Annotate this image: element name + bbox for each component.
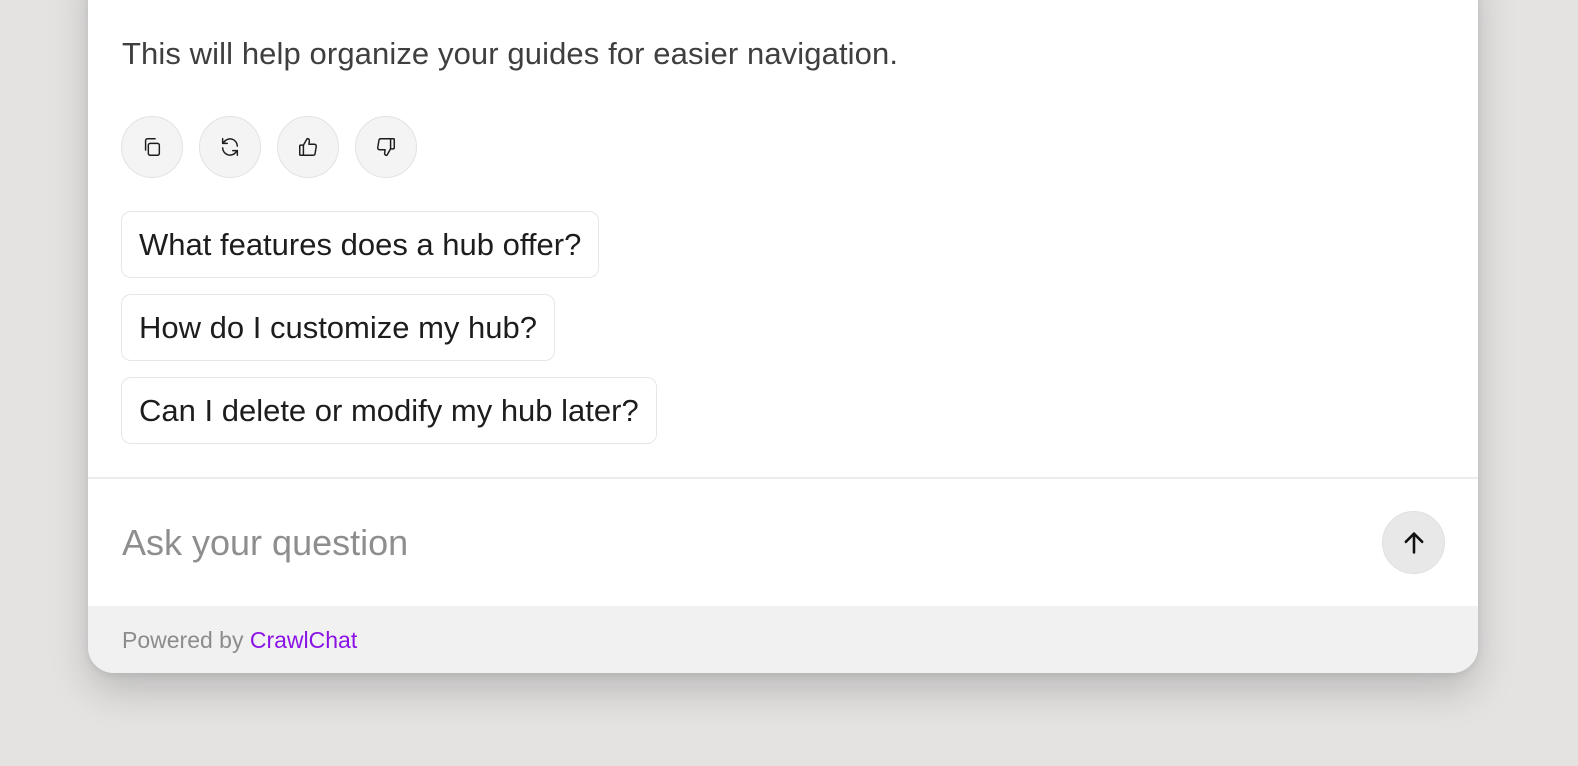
message-area: This will help organize your guides for … bbox=[88, 0, 1478, 478]
copy-icon bbox=[144, 138, 161, 156]
suggestion-chip[interactable]: How do I customize my hub? bbox=[121, 294, 556, 361]
chat-window: This will help organize your guides for … bbox=[88, 0, 1478, 673]
thumbs-down-icon bbox=[377, 138, 395, 156]
question-input[interactable] bbox=[122, 513, 1342, 573]
suggested-questions: What features does a hub offer? How do I… bbox=[121, 211, 657, 444]
composer bbox=[88, 479, 1478, 606]
powered-by: Powered by CrawlChat bbox=[122, 627, 357, 654]
assistant-message-text: This will help organize your guides for … bbox=[122, 36, 899, 71]
send-button[interactable] bbox=[1382, 511, 1445, 574]
message-actions bbox=[121, 116, 417, 178]
dislike-button[interactable] bbox=[355, 116, 417, 178]
refresh-icon bbox=[221, 138, 239, 156]
arrow-up-icon bbox=[1404, 531, 1423, 554]
suggestion-chip[interactable]: What features does a hub offer? bbox=[121, 211, 600, 278]
thumbs-up-icon bbox=[299, 138, 317, 156]
crawlchat-link[interactable]: CrawlChat bbox=[250, 627, 357, 653]
copy-button[interactable] bbox=[121, 116, 183, 178]
like-button[interactable] bbox=[277, 116, 339, 178]
regenerate-button[interactable] bbox=[199, 116, 261, 178]
footer: Powered by CrawlChat bbox=[88, 606, 1478, 673]
powered-by-label: Powered by bbox=[122, 627, 250, 653]
suggestion-chip[interactable]: Can I delete or modify my hub later? bbox=[121, 377, 657, 444]
